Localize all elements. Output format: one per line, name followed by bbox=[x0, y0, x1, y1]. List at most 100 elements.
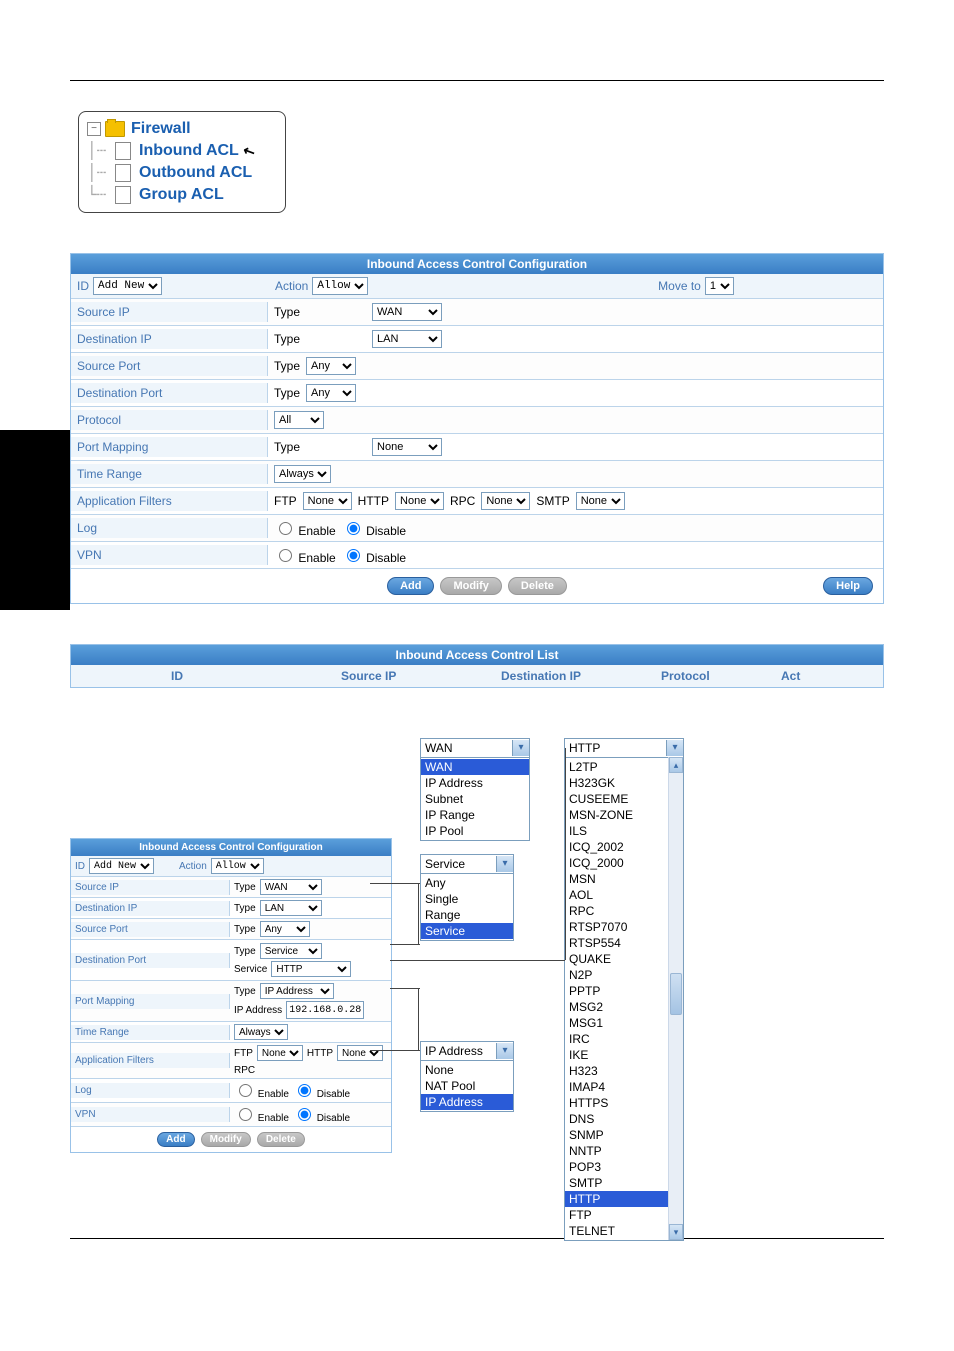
list-item[interactable]: RPC bbox=[565, 903, 669, 919]
list-item[interactable]: SMTP bbox=[565, 1175, 669, 1191]
destport-type-small[interactable]: Service bbox=[260, 943, 322, 959]
appfilter-http-small[interactable]: None bbox=[337, 1045, 383, 1061]
appfilter-http[interactable]: None bbox=[395, 492, 444, 510]
list-item[interactable]: SNMP bbox=[565, 1127, 669, 1143]
list-item[interactable]: ICQ_2000 bbox=[565, 855, 669, 871]
delete-button-small[interactable]: Delete bbox=[257, 1132, 305, 1147]
list-item[interactable]: N2P bbox=[565, 967, 669, 983]
appfilter-smtp[interactable]: None bbox=[576, 492, 625, 510]
list-item[interactable]: AOL bbox=[565, 887, 669, 903]
log-disable[interactable]: Disable bbox=[342, 519, 406, 538]
popup-source-ip-type[interactable]: WAN ▾ WAN IP Address Subnet IP Range IP … bbox=[420, 738, 530, 841]
vpn-disable[interactable]: Disable bbox=[342, 546, 406, 565]
list-item[interactable]: RTSP7070 bbox=[565, 919, 669, 935]
list-item[interactable]: POP3 bbox=[565, 1159, 669, 1175]
source-port-type-small[interactable]: Any bbox=[260, 921, 310, 937]
destport-service-small[interactable]: HTTP bbox=[271, 961, 351, 977]
tree-outbound-acl[interactable]: Outbound ACL bbox=[139, 162, 252, 184]
appfilter-ftp-small[interactable]: None bbox=[257, 1045, 303, 1061]
destination-ip-type[interactable]: LAN bbox=[372, 330, 442, 348]
delete-button[interactable]: Delete bbox=[508, 577, 567, 595]
list-item[interactable]: None bbox=[421, 1062, 513, 1078]
list-item[interactable]: NNTP bbox=[565, 1143, 669, 1159]
list-item[interactable]: IP Address bbox=[421, 775, 529, 791]
scrollbar[interactable]: ▴ ▾ bbox=[668, 757, 683, 1240]
list-item[interactable]: FTP bbox=[565, 1207, 669, 1223]
action-select[interactable]: Allow bbox=[312, 277, 368, 295]
scroll-up-icon[interactable]: ▴ bbox=[669, 757, 683, 773]
help-button[interactable]: Help bbox=[823, 577, 873, 595]
list-item[interactable]: NAT Pool bbox=[421, 1078, 513, 1094]
list-item[interactable]: IP Address bbox=[421, 1094, 513, 1110]
log-enable[interactable]: Enable bbox=[274, 519, 336, 538]
protocol-select[interactable]: All bbox=[274, 411, 324, 429]
chevron-down-icon[interactable]: ▾ bbox=[496, 1043, 513, 1059]
list-item[interactable]: MSN-ZONE bbox=[565, 807, 669, 823]
list-item[interactable]: IRC bbox=[565, 1031, 669, 1047]
list-item[interactable]: MSG1 bbox=[565, 1015, 669, 1031]
list-item[interactable]: PPTP bbox=[565, 983, 669, 999]
scroll-down-icon[interactable]: ▾ bbox=[669, 1224, 683, 1240]
list-item[interactable]: IKE bbox=[565, 1047, 669, 1063]
tree-inbound-acl[interactable]: Inbound ACL bbox=[139, 140, 239, 162]
time-range-small[interactable]: Always bbox=[234, 1024, 288, 1040]
list-item[interactable]: Service bbox=[421, 923, 513, 939]
tree-root-label[interactable]: Firewall bbox=[131, 118, 191, 140]
list-item[interactable]: IP Pool bbox=[421, 823, 529, 839]
list-item[interactable]: RTSP554 bbox=[565, 935, 669, 951]
list-item[interactable]: MSG2 bbox=[565, 999, 669, 1015]
moveto-select[interactable]: 1 bbox=[705, 277, 734, 295]
col-destination-ip: Destination IP bbox=[501, 669, 661, 683]
list-item[interactable]: WAN bbox=[421, 759, 529, 775]
list-item[interactable]: Subnet bbox=[421, 791, 529, 807]
list-item[interactable]: Range bbox=[421, 907, 513, 923]
list-item[interactable]: MSN bbox=[565, 871, 669, 887]
destination-ip-type-small[interactable]: LAN bbox=[260, 900, 322, 916]
list-item[interactable]: ICQ_2002 bbox=[565, 839, 669, 855]
list-item[interactable]: TELNET bbox=[565, 1223, 669, 1239]
tree-group-acl[interactable]: Group ACL bbox=[139, 184, 224, 206]
port-mapping-type[interactable]: None bbox=[372, 438, 442, 456]
scroll-thumb[interactable] bbox=[670, 973, 682, 1015]
popup-portmap-type[interactable]: IP Address ▾ None NAT Pool IP Address bbox=[420, 1041, 514, 1112]
modify-button-small[interactable]: Modify bbox=[201, 1132, 251, 1147]
list-item[interactable]: CUSEEME bbox=[565, 791, 669, 807]
appfilter-ftp[interactable]: None bbox=[303, 492, 352, 510]
list-item[interactable]: IMAP4 bbox=[565, 1079, 669, 1095]
cursor-icon: ↖ bbox=[239, 139, 259, 164]
add-button-small[interactable]: Add bbox=[157, 1132, 194, 1147]
list-item[interactable]: H323 bbox=[565, 1063, 669, 1079]
list-item[interactable]: QUAKE bbox=[565, 951, 669, 967]
id-select[interactable]: Add New bbox=[93, 277, 162, 295]
list-item[interactable]: H323GK bbox=[565, 775, 669, 791]
list-item[interactable]: HTTP bbox=[565, 1191, 669, 1207]
source-ip-type-small[interactable]: WAN bbox=[260, 879, 322, 895]
chevron-down-icon[interactable]: ▾ bbox=[496, 856, 513, 872]
modify-button[interactable]: Modify bbox=[440, 577, 501, 595]
list-item[interactable]: L2TP bbox=[565, 759, 669, 775]
popup-service-list[interactable]: HTTP ▾ L2TPH323GKCUSEEMEMSN-ZONEILSICQ_2… bbox=[564, 738, 684, 1241]
action-select-small[interactable]: Allow bbox=[211, 858, 264, 874]
popup-destport-type[interactable]: Service ▾ Any Single Range Service bbox=[420, 854, 514, 941]
destination-port-type[interactable]: Any bbox=[306, 384, 356, 402]
list-item[interactable]: Single bbox=[421, 891, 513, 907]
list-item[interactable]: IP Range bbox=[421, 807, 529, 823]
tree-expander[interactable]: − bbox=[87, 122, 101, 136]
list-item[interactable]: ILS bbox=[565, 823, 669, 839]
list-item[interactable]: HTTPS bbox=[565, 1095, 669, 1111]
chevron-down-icon[interactable]: ▾ bbox=[666, 740, 683, 756]
list-item[interactable]: Any bbox=[421, 875, 513, 891]
chevron-down-icon[interactable]: ▾ bbox=[512, 740, 529, 756]
portmap-type-small[interactable]: IP Address bbox=[260, 983, 334, 999]
row-app-filters: Application Filters bbox=[71, 491, 268, 511]
portmap-ip-small[interactable] bbox=[286, 1001, 364, 1019]
time-range-select[interactable]: Always bbox=[274, 465, 331, 483]
source-port-type[interactable]: Any bbox=[306, 357, 356, 375]
col-id: ID bbox=[71, 669, 311, 683]
source-ip-type[interactable]: WAN bbox=[372, 303, 442, 321]
id-select-small[interactable]: Add New bbox=[89, 858, 154, 874]
vpn-enable[interactable]: Enable bbox=[274, 546, 336, 565]
list-item[interactable]: DNS bbox=[565, 1111, 669, 1127]
appfilter-rpc[interactable]: None bbox=[481, 492, 530, 510]
add-button[interactable]: Add bbox=[387, 577, 434, 595]
